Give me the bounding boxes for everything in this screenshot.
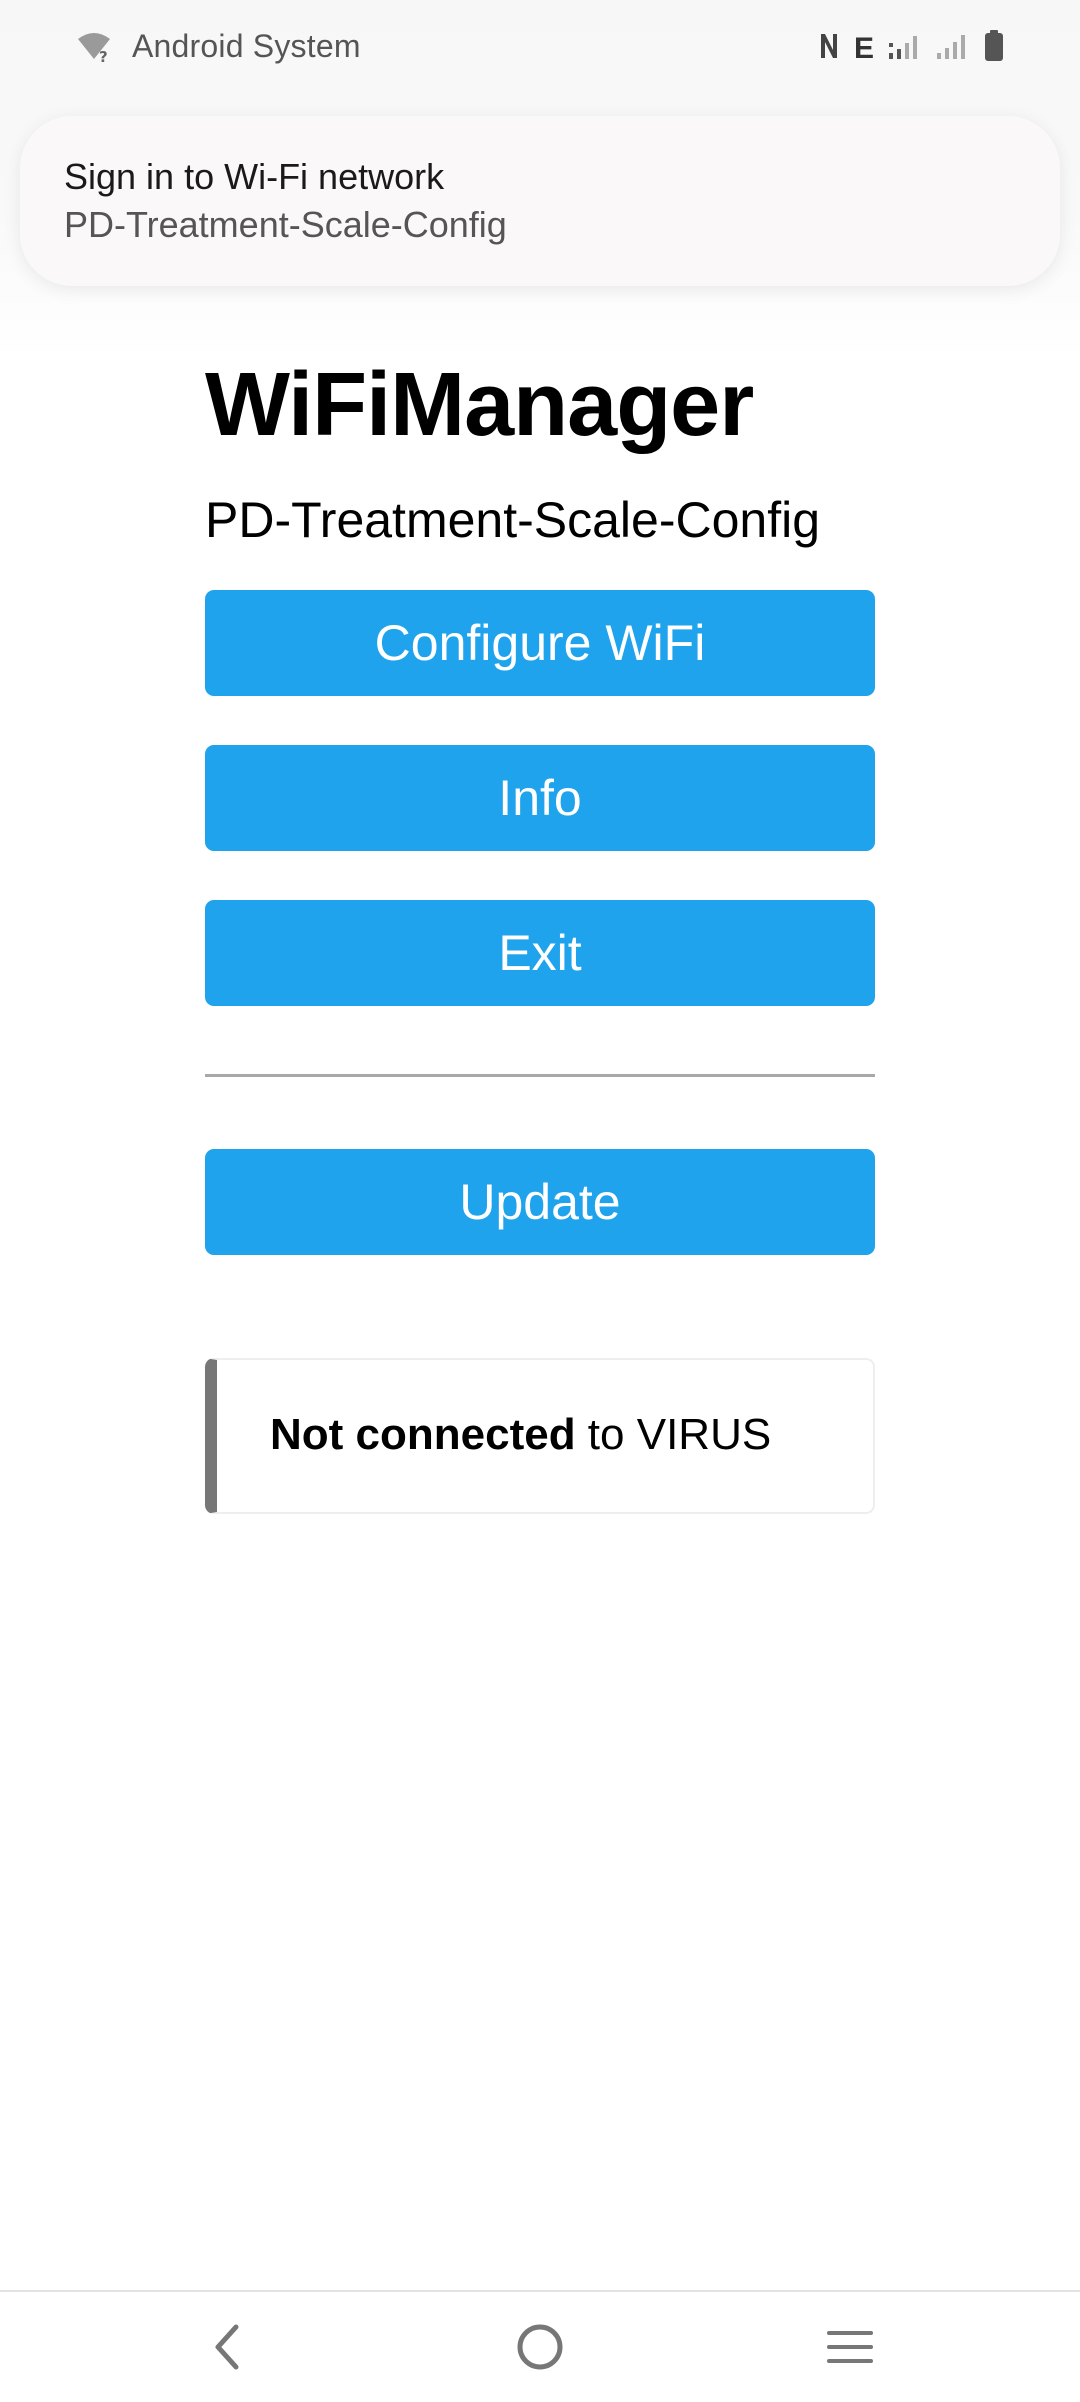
recents-button[interactable] [810,2314,890,2384]
ssid-heading: PD-Treatment-Scale-Config [205,492,821,548]
wifimanager-page: WiFiManager PD-Treatment-Scale-Config Co… [205,350,875,1514]
wifi-question-icon: ? [76,29,112,66]
status-app-name: Android System [132,28,361,64]
notification-network: PD-Treatment-Scale-Config [64,204,507,245]
recents-icon [825,2325,875,2374]
status-bar-left: ? Android System [76,28,361,66]
configure-wifi-button[interactable]: Configure WiFi [205,590,875,696]
signal-sim2-icon [936,31,970,66]
back-icon [208,2322,248,2377]
divider [205,1074,875,1077]
nfc-icon [818,31,840,66]
connection-status-message: Not connected to VIRUS [205,1358,875,1514]
network-type-label: E [853,31,874,65]
notification-title: Sign in to Wi-Fi network [64,156,445,197]
wifi-sign-in-notification[interactable]: Sign in to Wi-Fi network PD-Treatment-Sc… [20,116,1060,286]
page-title: WiFiManager [205,355,754,455]
status-bar: ? Android System E [0,0,1080,96]
navigation-bar [0,2290,1080,2402]
exit-button[interactable]: Exit [205,900,875,1006]
info-button[interactable]: Info [205,745,875,851]
signal-sim1-icon [888,31,922,66]
back-button[interactable] [188,2314,268,2384]
home-button[interactable] [500,2314,580,2384]
connection-state: Not connected [270,1410,576,1459]
battery-icon [984,30,1004,67]
update-button[interactable]: Update [205,1149,875,1255]
svg-text:?: ? [99,48,108,65]
status-bar-right: E [818,30,1004,67]
connection-target: to VIRUS [575,1410,772,1459]
home-icon [515,2322,565,2377]
